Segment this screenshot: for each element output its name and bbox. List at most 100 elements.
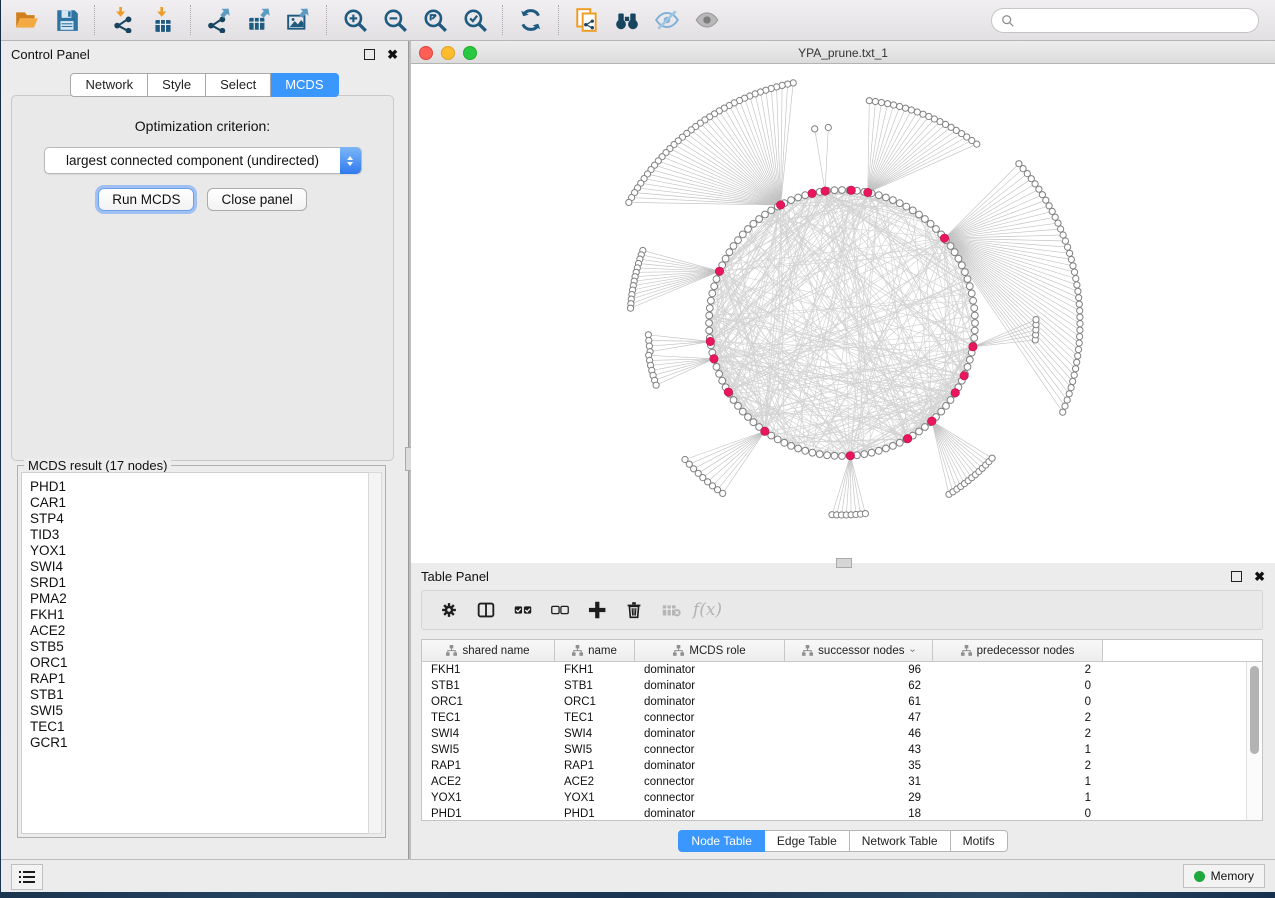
column-header-successor-nodes[interactable]: successor nodes›	[785, 640, 933, 661]
tab-edge-table[interactable]: Edge Table	[765, 830, 850, 852]
toolbar-separator	[326, 5, 328, 35]
table-row[interactable]: FKH1FKH1dominator962	[422, 662, 1262, 678]
mcds-result-item[interactable]: RAP1	[30, 671, 361, 687]
column-type-icon	[802, 645, 813, 656]
table-scrollbar[interactable]	[1246, 662, 1262, 820]
mcds-result-item[interactable]: STB5	[30, 639, 361, 655]
deselect-all-checkboxes-button[interactable]	[541, 594, 578, 626]
tab-style[interactable]: Style	[148, 73, 206, 97]
add-column-button[interactable]	[578, 594, 615, 626]
tab-network-table[interactable]: Network Table	[850, 830, 951, 852]
network-canvas[interactable]	[411, 64, 1275, 564]
mcds-result-item[interactable]: SWI5	[30, 703, 361, 719]
cell-predecessor-nodes: 1	[933, 744, 1103, 756]
table-row[interactable]: SWI5SWI5connector431	[422, 742, 1262, 758]
table-row[interactable]: ORC1ORC1dominator610	[422, 694, 1262, 710]
mcds-result-item[interactable]: SWI4	[30, 559, 361, 575]
close-panel-icon[interactable]: ✖	[387, 48, 398, 61]
memory-button[interactable]: Memory	[1183, 864, 1265, 888]
table-row[interactable]: YOX1YOX1connector291	[422, 790, 1262, 806]
mcds-result-item[interactable]: GCR1	[30, 735, 361, 751]
cell-successor-nodes: 61	[785, 696, 933, 708]
mcds-result-item[interactable]: ORC1	[30, 655, 361, 671]
mcds-result-item[interactable]: SRD1	[30, 575, 361, 591]
cell-predecessor-nodes: 2	[933, 712, 1103, 724]
mcds-result-item[interactable]: TEC1	[30, 719, 361, 735]
search-binoculars-button[interactable]	[607, 3, 647, 37]
control-panel-title: Control Panel	[11, 47, 90, 62]
run-mcds-button[interactable]: Run MCDS	[98, 188, 194, 211]
clone-network-button[interactable]	[567, 3, 607, 37]
mcds-result-title: MCDS result (17 nodes)	[24, 458, 171, 473]
mcds-result-item[interactable]: YOX1	[30, 543, 361, 559]
cell-name: TEC1	[555, 712, 635, 724]
mcds-result-item[interactable]: TID3	[30, 527, 361, 543]
table-row[interactable]: PHD1PHD1dominator180	[422, 806, 1262, 821]
column-header-predecessor-nodes[interactable]: predecessor nodes	[933, 640, 1103, 661]
add-column-icon	[586, 599, 608, 621]
toolbar-separator	[94, 5, 96, 35]
split-columns-button[interactable]	[467, 594, 504, 626]
tab-select[interactable]: Select	[206, 73, 271, 97]
mcds-result-item[interactable]: PHD1	[30, 479, 361, 495]
sort-descending-icon: ›	[908, 649, 919, 652]
tab-motifs[interactable]: Motifs	[951, 830, 1008, 852]
task-history-button[interactable]	[11, 864, 43, 890]
zoom-selected-button[interactable]	[455, 3, 495, 37]
tab-network[interactable]: Network	[70, 73, 148, 97]
tab-mcds[interactable]: MCDS	[271, 73, 338, 97]
gear-button[interactable]	[430, 594, 467, 626]
select-spinner-icon[interactable]	[340, 147, 361, 174]
cell-shared-name: ACE2	[422, 776, 555, 788]
show-all-button[interactable]	[687, 3, 727, 37]
column-header-shared-name[interactable]: shared name	[422, 640, 555, 661]
delete-columns-button[interactable]	[615, 594, 652, 626]
table-row[interactable]: RAP1RAP1dominator352	[422, 758, 1262, 774]
table-panel-drag-handle[interactable]	[836, 558, 852, 568]
refresh-view-button[interactable]	[511, 3, 551, 37]
select-all-checkboxes-button[interactable]	[504, 594, 541, 626]
cell-MCDS-role: dominator	[635, 664, 785, 676]
mcds-result-item[interactable]: FKH1	[30, 607, 361, 623]
mcds-result-item[interactable]: CAR1	[30, 495, 361, 511]
mcds-result-item[interactable]: STB1	[30, 687, 361, 703]
column-header-name[interactable]: name	[555, 640, 635, 661]
table-row[interactable]: STB1STB1dominator620	[422, 678, 1262, 694]
zoom-out-button[interactable]	[375, 3, 415, 37]
close-panel-button[interactable]: Close panel	[207, 188, 306, 211]
import-table-button[interactable]	[143, 3, 183, 37]
mcds-result-group: MCDS result (17 nodes) PHD1CAR1STP4TID3Y…	[17, 465, 386, 838]
export-table-button[interactable]	[239, 3, 279, 37]
tab-node-table[interactable]: Node Table	[678, 830, 765, 852]
network-graph[interactable]	[411, 64, 1275, 564]
table-scrollbar-thumb[interactable]	[1250, 666, 1259, 754]
criterion-select[interactable]: largest connected component (undirected)	[44, 147, 362, 174]
mcds-result-item[interactable]: STP4	[30, 511, 361, 527]
search-box[interactable]	[991, 8, 1259, 33]
close-table-panel-icon[interactable]: ✖	[1254, 570, 1265, 583]
split-columns-icon	[475, 599, 497, 621]
save-session-button[interactable]	[47, 3, 87, 37]
export-image-button[interactable]	[279, 3, 319, 37]
column-header-MCDS-role[interactable]: MCDS role	[635, 640, 785, 661]
function-builder-icon: f(x)	[693, 600, 722, 620]
table-row[interactable]: SWI4SWI4dominator462	[422, 726, 1262, 742]
mcds-result-list[interactable]: PHD1CAR1STP4TID3YOX1SWI4SRD1PMA2FKH1ACE2…	[21, 472, 370, 834]
export-network-button[interactable]	[199, 3, 239, 37]
search-input[interactable]	[1021, 13, 1249, 29]
import-network-button[interactable]	[103, 3, 143, 37]
zoom-fit-button[interactable]	[415, 3, 455, 37]
open-file-button[interactable]	[7, 3, 47, 37]
network-window-title: YPA_prune.txt_1	[411, 46, 1275, 60]
hide-selected-button[interactable]	[647, 3, 687, 37]
cell-MCDS-role: dominator	[635, 808, 785, 820]
table-row[interactable]: ACE2ACE2connector311	[422, 774, 1262, 790]
table-row[interactable]: TEC1TEC1connector472	[422, 710, 1262, 726]
float-table-panel-icon[interactable]	[1231, 571, 1242, 582]
zoom-in-button[interactable]	[335, 3, 375, 37]
mcds-result-item[interactable]: ACE2	[30, 623, 361, 639]
import-network-icon	[110, 7, 136, 33]
float-panel-icon[interactable]	[364, 49, 375, 60]
mcds-list-scrollbar[interactable]	[368, 472, 382, 834]
mcds-result-item[interactable]: PMA2	[30, 591, 361, 607]
